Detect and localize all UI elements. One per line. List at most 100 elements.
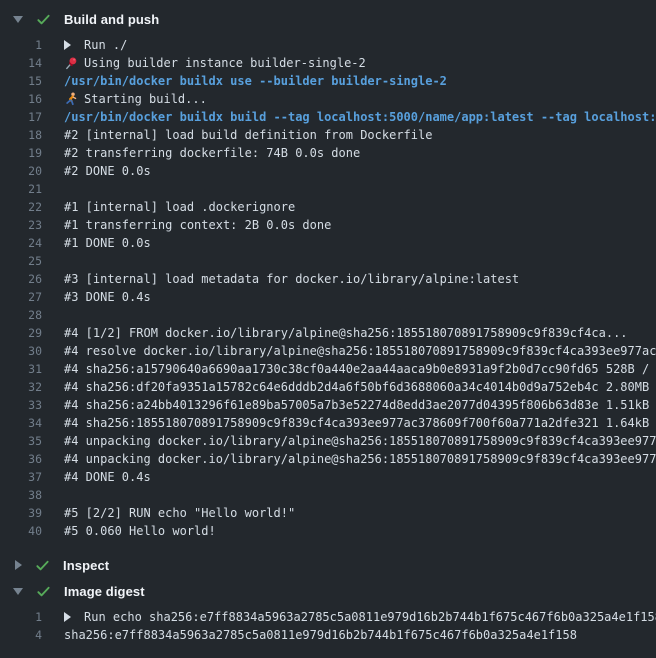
line-text: #2 transferring dockerfile: 74B 0.0s don…: [64, 146, 360, 160]
log-line: 16 Starting build...: [0, 90, 656, 108]
section-header-inspect[interactable]: Inspect: [0, 552, 656, 578]
line-number[interactable]: 16: [0, 92, 42, 106]
line-text: #1 DONE 0.0s: [64, 236, 151, 250]
log-line: 17 /usr/bin/docker buildx build --tag lo…: [0, 108, 656, 126]
line-number[interactable]: 27: [0, 290, 42, 304]
section-lines: 1 Run echo sha256:e7ff8834a5963a2785c5a0…: [0, 604, 656, 656]
log-line: 1 Run ./: [0, 36, 656, 54]
line-text: /usr/bin/docker buildx build --tag local…: [64, 110, 656, 124]
log-line: 37 #4 DONE 0.4s: [0, 468, 656, 486]
line-number[interactable]: 28: [0, 308, 42, 322]
line-text: /usr/bin/docker buildx use --builder bui…: [64, 74, 447, 88]
line-text: #4 unpacking docker.io/library/alpine@sh…: [64, 434, 656, 448]
check-icon: [35, 558, 50, 573]
line-text: Starting build...: [84, 92, 207, 106]
line-number[interactable]: 37: [0, 470, 42, 484]
line-number[interactable]: 17: [0, 110, 42, 124]
line-text: Run echo sha256:e7ff8834a5963a2785c5a081…: [84, 610, 656, 624]
line-number[interactable]: 19: [0, 146, 42, 160]
line-number[interactable]: 25: [0, 254, 42, 268]
line-number[interactable]: 31: [0, 362, 42, 376]
line-number[interactable]: 33: [0, 398, 42, 412]
line-text: Using builder instance builder-single-2: [84, 56, 366, 70]
section-title: Image digest: [64, 584, 145, 599]
log-line: 34 #4 sha256:185518070891758909c9f839cf4…: [0, 414, 656, 432]
log-viewer: Build and push 1 Run ./ 14 Using builder…: [0, 0, 656, 656]
line-text: #4 sha256:185518070891758909c9f839cf4ca3…: [64, 416, 656, 430]
log-line: 28: [0, 306, 656, 324]
line-number[interactable]: 20: [0, 164, 42, 178]
log-line: 29 #4 [1/2] FROM docker.io/library/alpin…: [0, 324, 656, 342]
line-number[interactable]: 32: [0, 380, 42, 394]
log-line: 14 Using builder instance builder-single…: [0, 54, 656, 72]
line-number[interactable]: 21: [0, 182, 42, 196]
log-line: 22 #1 [internal] load .dockerignore: [0, 198, 656, 216]
log-line: 20 #2 DONE 0.0s: [0, 162, 656, 180]
section-lines: 1 Run ./ 14 Using builder instance build…: [0, 32, 656, 552]
line-number[interactable]: 39: [0, 506, 42, 520]
section-title: Inspect: [63, 558, 109, 573]
line-text: #4 unpacking docker.io/library/alpine@sh…: [64, 452, 656, 466]
line-number[interactable]: 30: [0, 344, 42, 358]
line-text: #4 [1/2] FROM docker.io/library/alpine@s…: [64, 326, 628, 340]
log-line: 4 sha256:e7ff8834a5963a2785c5a0811e979d1…: [0, 626, 656, 644]
runner-icon: [64, 92, 84, 107]
line-text: #4 sha256:a24bb4013296f61e89ba57005a7b3e…: [64, 398, 656, 412]
line-number[interactable]: 35: [0, 434, 42, 448]
line-number[interactable]: 22: [0, 200, 42, 214]
line-text: #2 [internal] load build definition from…: [64, 128, 432, 142]
line-text: #4 resolve docker.io/library/alpine@sha2…: [64, 344, 656, 358]
line-text: #5 0.060 Hello world!: [64, 524, 216, 538]
line-number[interactable]: 40: [0, 524, 42, 538]
line-number[interactable]: 34: [0, 416, 42, 430]
line-text: sha256:e7ff8834a5963a2785c5a0811e979d16b…: [64, 628, 577, 642]
line-number[interactable]: 14: [0, 56, 42, 70]
line-number[interactable]: 38: [0, 488, 42, 502]
log-line: 33 #4 sha256:a24bb4013296f61e89ba57005a7…: [0, 396, 656, 414]
log-line: 30 #4 resolve docker.io/library/alpine@s…: [0, 342, 656, 360]
line-text: #1 transferring context: 2B 0.0s done: [64, 218, 331, 232]
line-text: #4 sha256:df20fa9351a15782c64e6dddb2d4a6…: [64, 380, 656, 394]
line-text: #1 [internal] load .dockerignore: [64, 200, 295, 214]
log-line: 31 #4 sha256:a15790640a6690aa1730c38cf0a…: [0, 360, 656, 378]
log-line: 26 #3 [internal] load metadata for docke…: [0, 270, 656, 288]
line-number[interactable]: 15: [0, 74, 42, 88]
line-number[interactable]: 26: [0, 272, 42, 286]
check-icon: [36, 584, 51, 599]
log-section: Image digest 1 Run echo sha256:e7ff8834a…: [0, 578, 656, 656]
log-line: 21: [0, 180, 656, 198]
log-section: Inspect: [0, 552, 656, 578]
line-text: #2 DONE 0.0s: [64, 164, 151, 178]
run-arrow-icon: [64, 38, 84, 53]
line-number[interactable]: 24: [0, 236, 42, 250]
line-number[interactable]: 1: [0, 38, 42, 52]
line-text: #4 sha256:a15790640a6690aa1730c38cf0a440…: [64, 362, 656, 376]
line-text: #5 [2/2] RUN echo "Hello world!": [64, 506, 295, 520]
section-header-build-and-push[interactable]: Build and push: [0, 6, 656, 32]
run-arrow-icon: [64, 610, 84, 625]
line-number[interactable]: 36: [0, 452, 42, 466]
log-line: 38: [0, 486, 656, 504]
line-number[interactable]: 4: [0, 628, 42, 642]
pushpin-icon: [64, 56, 84, 71]
log-line: 35 #4 unpacking docker.io/library/alpine…: [0, 432, 656, 450]
line-text: Run ./: [84, 38, 127, 52]
line-number[interactable]: 23: [0, 218, 42, 232]
line-number[interactable]: 1: [0, 610, 42, 624]
line-text: #3 [internal] load metadata for docker.i…: [64, 272, 519, 286]
line-text: #4 DONE 0.4s: [64, 470, 151, 484]
section-title: Build and push: [64, 12, 159, 27]
log-line: 24 #1 DONE 0.0s: [0, 234, 656, 252]
chevron-down-icon: [13, 588, 23, 595]
section-header-image-digest[interactable]: Image digest: [0, 578, 656, 604]
log-line: 40 #5 0.060 Hello world!: [0, 522, 656, 540]
chevron-right-icon: [15, 560, 22, 570]
check-icon: [36, 12, 51, 27]
log-line: 36 #4 unpacking docker.io/library/alpine…: [0, 450, 656, 468]
line-number[interactable]: 18: [0, 128, 42, 142]
log-line: 19 #2 transferring dockerfile: 74B 0.0s …: [0, 144, 656, 162]
log-section: Build and push 1 Run ./ 14 Using builder…: [0, 6, 656, 552]
line-number[interactable]: 29: [0, 326, 42, 340]
log-line: 39 #5 [2/2] RUN echo "Hello world!": [0, 504, 656, 522]
chevron-down-icon: [13, 16, 23, 23]
